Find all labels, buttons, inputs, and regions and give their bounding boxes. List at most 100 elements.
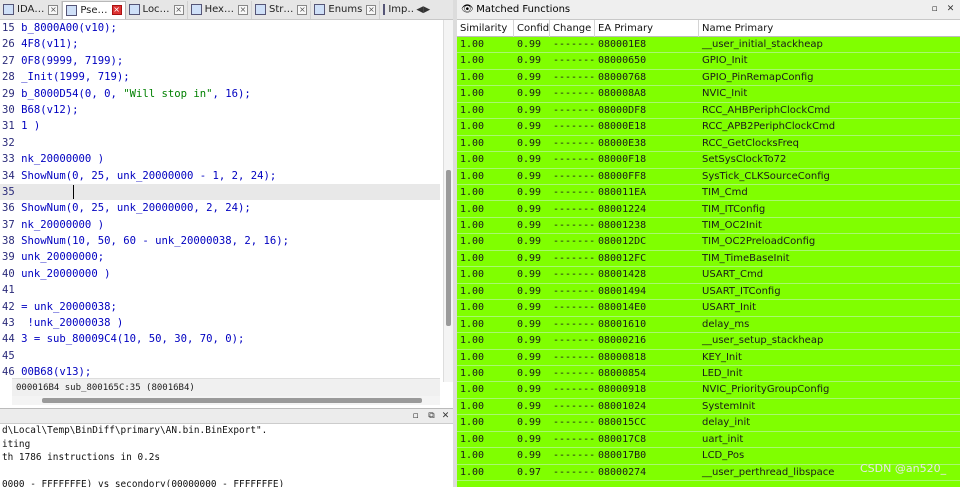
table-row[interactable]: 1.00 0.99 ------- 08000818 KEY_Init (457, 349, 960, 366)
close-icon[interactable]: × (173, 4, 184, 15)
code-line[interactable]: 15 b_8000A00(v10); (0, 20, 440, 36)
cell-ea-primary: 08000274 (598, 466, 647, 478)
code-line[interactable]: 41 (0, 282, 440, 298)
column-header-name-primary[interactable]: Name Primary (699, 20, 960, 37)
cell-confidence: 0.99 (517, 351, 542, 363)
table-row[interactable]: 1.00 0.99 ------- 080012DC TIM_OC2PreloadCon… (457, 234, 960, 251)
tab-0[interactable]: IDA… × (0, 0, 63, 19)
close-icon[interactable]: × (366, 4, 377, 15)
line-number: 44 (2, 333, 15, 346)
float-icon[interactable]: ▫ (929, 4, 940, 15)
code-vertical-scrollbar[interactable] (443, 20, 453, 382)
code-line[interactable]: 45 (0, 348, 440, 364)
table-row[interactable]: 1.00 0.99 ------- 08001224 TIM_ITConfig (457, 201, 960, 218)
table-row[interactable]: 1.00 0.99 ------- 08001610 delay_ms (457, 316, 960, 334)
cell-similarity: 1.00 (460, 351, 485, 363)
cell-similarity: 1.00 (460, 318, 485, 330)
cell-name-primary: TIM_Cmd (702, 187, 748, 199)
code-line[interactable]: 44 3 = sub_80009C4(10, 50, 30, 70, 0); (0, 331, 440, 347)
table-row[interactable]: 1.00 0.99 ------- 080012FC TIM_TimeBaseInit (457, 250, 960, 268)
table-row[interactable]: 1.00 0.99 ------- 080008A8 NVIC_Init (457, 86, 960, 103)
close-icon[interactable]: × (111, 5, 122, 15)
table-row[interactable]: 1.00 0.99 ------- 08000E38 RCC_GetClocksFreq (457, 135, 960, 153)
table-row[interactable]: 1.00 0.99 ------- 08000918 NVIC_PriorityGrou… (457, 382, 960, 399)
table-row[interactable]: 1.00 0.99 ------- 08000768 GPIO_PinRemapConf… (457, 69, 960, 87)
tab-2[interactable]: Loc… × (126, 0, 188, 19)
table-row[interactable]: 1.00 0.99 ------- 08000FF8 SysTick_CLKSource… (457, 168, 960, 186)
code-line[interactable]: 46 00B68(v13); (0, 364, 440, 378)
cell-similarity: 1.00 (460, 450, 485, 462)
tab-3[interactable]: Hex… × (188, 0, 252, 19)
cell-change: ------- (553, 384, 596, 396)
code-line[interactable]: 38 ShowNum(10, 50, 60 - unk_20000038, 2,… (0, 233, 440, 249)
cell-change: ------- (553, 203, 596, 215)
code-line[interactable]: 27 0F8(9999, 7199); (0, 53, 440, 69)
table-row[interactable]: 1.00 0.99 ------- 08000E18 RCC_APB2PeriphClo… (457, 119, 960, 136)
code-line[interactable]: 30 B68(v12); (0, 102, 440, 118)
table-row[interactable]: 1.00 0.99 ------- 08000854 LED_Init (457, 366, 960, 383)
code-text: nk_20000000 ) (21, 218, 105, 231)
cell-change: ------- (553, 335, 596, 347)
code-line[interactable]: 35 (0, 183, 440, 201)
code-line[interactable]: 43 !unk_20000038 ) (0, 315, 440, 331)
column-header-ea-primary[interactable]: EA Primary (595, 20, 699, 37)
code-line[interactable]: 34 ShowNum(0, 25, unk_20000000 - 1, 2, 2… (0, 168, 440, 184)
cell-ea-primary: 080017C8 (598, 433, 647, 445)
column-header-change[interactable]: Change (550, 20, 595, 37)
output-window[interactable]: d\Local\Temp\BinDiff\primary\AN.bin.BinE… (0, 424, 453, 487)
code-line[interactable]: 37 nk_20000000 ) (0, 217, 440, 233)
column-header-confidence[interactable]: Confide (514, 20, 550, 37)
table-row[interactable]: 1.00 0.99 ------- 08000216 __user_setup_stac… (457, 333, 960, 350)
table-row[interactable]: 1.00 0.99 ------- 08001238 TIM_OC2Init (457, 217, 960, 235)
line-number: 46 (2, 366, 15, 378)
restore-icon[interactable]: ⧉ (426, 411, 437, 422)
float-icon[interactable]: ▫ (410, 411, 421, 422)
scroll-thumb[interactable] (42, 398, 422, 403)
code-status-line: 000016B4 sub_800165C:35 (80016B4) (12, 378, 440, 396)
close-icon[interactable]: ✕ (440, 411, 451, 422)
tab-1[interactable]: Pse… × (62, 0, 126, 19)
table-row[interactable]: 1.00 0.99 ------- 080011EA TIM_Cmd (457, 185, 960, 202)
close-icon[interactable]: × (297, 4, 308, 15)
table-row[interactable]: 1.00 0.99 ------- 08001494 USART_ITConfig (457, 283, 960, 301)
tab-window-icon (383, 4, 386, 15)
code-line[interactable]: 42 = unk_20000038; (0, 299, 440, 315)
cell-name-primary: delay_init (702, 417, 751, 429)
code-line[interactable]: 36 ShowNum(0, 25, unk_20000000, 2, 24); (0, 200, 440, 216)
code-horizontal-scrollbar[interactable] (12, 396, 440, 405)
column-header-similarity[interactable]: Similarity (457, 20, 514, 37)
code-line[interactable]: 32 (0, 135, 440, 151)
code-line[interactable]: 29 b_8000D54(0, 0, "Will stop in", 16); (0, 86, 440, 102)
tab-scroll-arrows-icon[interactable]: ◀▶ (416, 5, 430, 15)
table-row[interactable]: 1.00 0.99 ------- 080001E8 __user_initial_st… (457, 37, 960, 54)
scroll-thumb[interactable] (446, 170, 451, 326)
tab-5[interactable]: Enums × (311, 0, 381, 19)
close-icon[interactable]: ✕ (945, 4, 956, 15)
cell-ea-primary: 08001024 (598, 400, 647, 412)
tab-6[interactable]: Imp… (380, 1, 414, 19)
code-line[interactable]: 28 _Init(1999, 719); (0, 69, 440, 85)
close-icon[interactable]: × (237, 4, 248, 15)
line-number: 45 (2, 349, 15, 362)
table-row[interactable]: 1.00 0.99 ------- 08000650 GPIO_Init (457, 53, 960, 70)
matched-functions-title-bar: 👁 Matched Functions ▫ ✕ (457, 0, 960, 20)
code-line[interactable]: 39 unk_20000000; (0, 249, 440, 265)
code-line[interactable]: 33 nk_20000000 ) (0, 151, 440, 167)
cell-similarity: 1.00 (460, 154, 485, 166)
code-text: 4F8(v11); (21, 38, 79, 51)
table-row[interactable]: 1.00 0.99 ------- 08000F18 SetSysClockTo72 (457, 152, 960, 169)
code-line[interactable]: 40 unk_20000000 ) (0, 266, 440, 282)
tab-4[interactable]: Str… × (252, 0, 312, 19)
code-line[interactable]: 31 1 ) (0, 118, 440, 134)
table-row[interactable]: 1.00 0.99 ------- 08000DF8 RCC_AHBPeriphCloc… (457, 102, 960, 120)
close-icon[interactable]: × (48, 4, 59, 15)
table-row[interactable]: 1.00 0.99 ------- 080015CC delay_init (457, 415, 960, 432)
table-row[interactable]: 1.00 0.99 ------- 08001024 SystemInit (457, 398, 960, 416)
pseudocode-view[interactable]: 15 b_8000A00(v10); 26 4F8(v11); 27 0F8(999… (0, 20, 440, 378)
cell-name-primary: RCC_APB2PeriphClockCmd (702, 121, 836, 133)
code-line[interactable]: 26 4F8(v11); (0, 36, 440, 52)
table-row[interactable]: 1.00 0.99 ------- 080017C8 uart_init (457, 431, 960, 449)
table-row[interactable]: 1.00 0.99 ------- 08001428 USART_Cmd (457, 267, 960, 284)
cell-similarity: 1.00 (460, 400, 485, 412)
table-row[interactable]: 1.00 0.99 ------- 080014E0 USART_Init (457, 300, 960, 317)
